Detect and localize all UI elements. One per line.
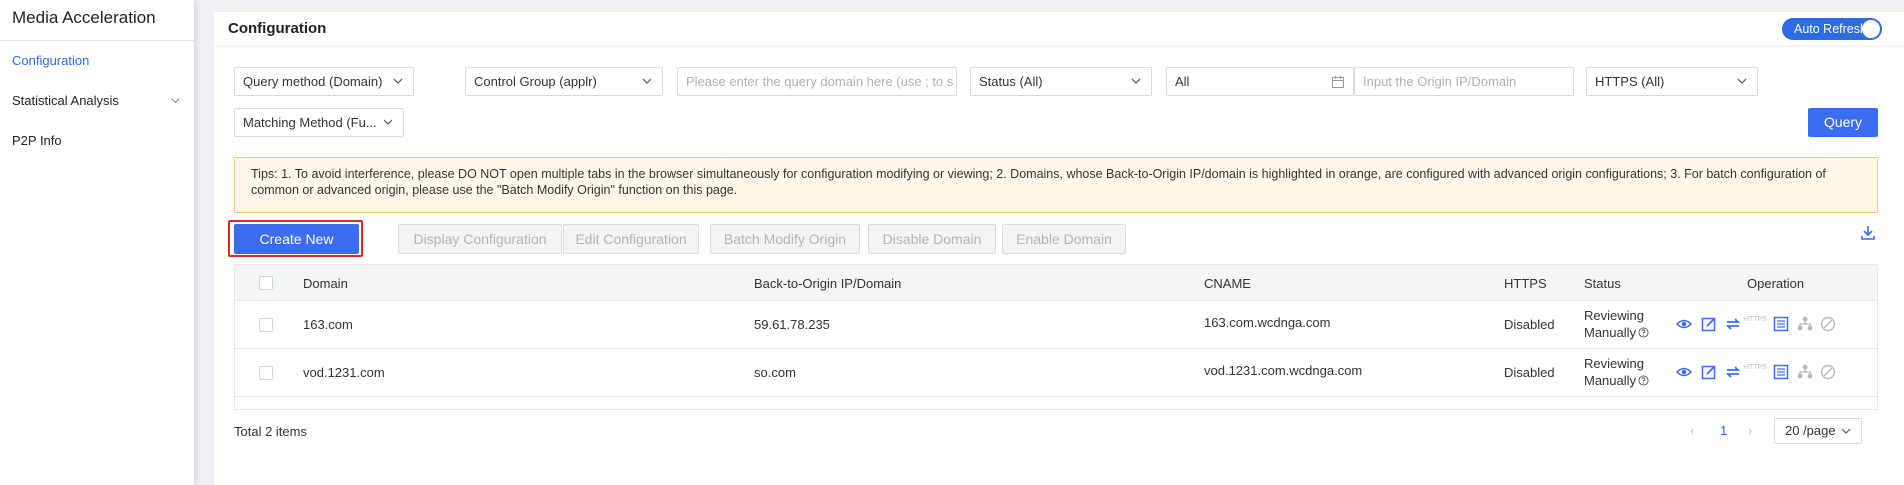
header-divider bbox=[214, 46, 1904, 47]
domain-table: Domain Back-to-Origin IP/Domain CNAME HT… bbox=[234, 264, 1878, 410]
main-panel: Configuration Auto Refresh Query method … bbox=[214, 12, 1904, 485]
sync-icon[interactable] bbox=[1724, 315, 1742, 333]
column-header-status: Status bbox=[1584, 276, 1621, 291]
domain-query-input[interactable]: Please enter the query domain here (use … bbox=[677, 67, 957, 96]
highlight-box bbox=[228, 220, 363, 257]
column-header-origin: Back-to-Origin IP/Domain bbox=[754, 276, 902, 291]
matching-method-select[interactable]: Matching Method (Fu... bbox=[234, 108, 404, 137]
table-row: vod.1231.com so.com vod.1231.com.wcdnga.… bbox=[235, 349, 1877, 397]
https-op-icon[interactable]: HTTPS bbox=[1744, 316, 1768, 334]
query-method-select[interactable]: Query method (Domain) bbox=[234, 67, 414, 96]
chevron-down-icon bbox=[1131, 78, 1141, 84]
table-row: 163.com 59.61.78.235 163.com.wcdnga.com … bbox=[235, 301, 1877, 349]
sidebar-item-statistical-analysis[interactable]: Statistical Analysis bbox=[0, 81, 194, 121]
next-page-icon[interactable]: › bbox=[1748, 418, 1752, 444]
https-op-icon[interactable]: HTTPS bbox=[1744, 364, 1768, 382]
column-header-https: HTTPS bbox=[1504, 276, 1547, 291]
origin-input[interactable]: Input the Origin IP/Domain bbox=[1354, 67, 1574, 96]
chevron-down-icon bbox=[393, 78, 403, 84]
https-value: HTTPS (All) bbox=[1595, 74, 1665, 89]
total-count: Total 2 items bbox=[234, 424, 307, 439]
row-checkbox[interactable] bbox=[259, 318, 273, 332]
select-all-checkbox[interactable] bbox=[259, 276, 273, 290]
https-cell: Disabled bbox=[1504, 365, 1555, 380]
date-range-picker[interactable]: All bbox=[1166, 67, 1354, 96]
toggle-knob bbox=[1862, 20, 1880, 38]
list-icon[interactable] bbox=[1772, 363, 1790, 381]
control-group-value: Control Group (applr) bbox=[474, 74, 597, 89]
status-line: Manually bbox=[1584, 325, 1637, 340]
status-line: Reviewing bbox=[1584, 308, 1644, 323]
view-icon[interactable] bbox=[1675, 363, 1693, 381]
sidebar: Media Acceleration Configuration Statist… bbox=[0, 0, 194, 485]
disable-icon[interactable] bbox=[1819, 363, 1837, 381]
tree-icon[interactable] bbox=[1796, 315, 1814, 333]
matching-method-value: Matching Method (Fu... bbox=[243, 115, 377, 130]
status-line: Manually bbox=[1584, 373, 1637, 388]
status-cell: Reviewing Manually bbox=[1584, 307, 1649, 341]
domain-cell: 163.com bbox=[303, 317, 353, 332]
chevron-down-icon bbox=[383, 119, 393, 125]
edit-icon[interactable] bbox=[1700, 315, 1718, 333]
status-line-with-help: Manually bbox=[1584, 324, 1649, 341]
page-size-select[interactable]: 20 /page bbox=[1774, 418, 1862, 444]
status-line-with-help: Manually bbox=[1584, 372, 1649, 389]
table-header: Domain Back-to-Origin IP/Domain CNAME HT… bbox=[235, 265, 1877, 301]
current-page[interactable]: 1 bbox=[1720, 418, 1727, 444]
cname-cell: 163.com.wcdnga.com bbox=[1204, 315, 1331, 330]
disable-icon[interactable] bbox=[1819, 315, 1837, 333]
app-title: Media Acceleration bbox=[0, 0, 194, 41]
column-header-cname: CNAME bbox=[1204, 276, 1251, 291]
batch-modify-origin-button[interactable]: Batch Modify Origin bbox=[710, 224, 860, 254]
cname-cell: vod.1231.com.wcdnga.com bbox=[1204, 363, 1363, 378]
download-icon[interactable] bbox=[1860, 225, 1876, 241]
status-line: Reviewing bbox=[1584, 356, 1644, 371]
display-configuration-button[interactable]: Display Configuration bbox=[398, 224, 562, 254]
status-cell: Reviewing Manually bbox=[1584, 355, 1649, 389]
edit-icon[interactable] bbox=[1700, 363, 1718, 381]
chevron-down-icon bbox=[642, 78, 652, 84]
calendar-icon bbox=[1332, 76, 1344, 88]
chevron-down-icon bbox=[1737, 78, 1747, 84]
origin-placeholder: Input the Origin IP/Domain bbox=[1363, 74, 1517, 89]
enable-domain-button[interactable]: Enable Domain bbox=[1002, 224, 1126, 254]
view-icon[interactable] bbox=[1675, 315, 1693, 333]
column-header-domain: Domain bbox=[303, 276, 348, 291]
origin-cell: so.com bbox=[754, 365, 796, 380]
sync-icon[interactable] bbox=[1724, 363, 1742, 381]
status-select[interactable]: Status (All) bbox=[970, 67, 1152, 96]
domain-query-placeholder: Please enter the query domain here (use … bbox=[686, 74, 954, 89]
https-cell: Disabled bbox=[1504, 317, 1555, 332]
help-icon[interactable] bbox=[1638, 327, 1649, 338]
tree-icon[interactable] bbox=[1796, 363, 1814, 381]
https-select[interactable]: HTTPS (All) bbox=[1586, 67, 1758, 96]
help-icon[interactable] bbox=[1638, 375, 1649, 386]
column-header-operation: Operation bbox=[1747, 276, 1805, 291]
edit-configuration-button[interactable]: Edit Configuration bbox=[563, 224, 699, 254]
sidebar-item-label: Statistical Analysis bbox=[12, 93, 119, 108]
query-button[interactable]: Query bbox=[1808, 108, 1878, 137]
control-group-select[interactable]: Control Group (applr) bbox=[465, 67, 663, 96]
domain-cell: vod.1231.com bbox=[303, 365, 385, 380]
chevron-down-icon bbox=[171, 98, 180, 104]
sidebar-item-configuration[interactable]: Configuration bbox=[0, 41, 194, 81]
auto-refresh-toggle[interactable]: Auto Refresh bbox=[1782, 18, 1882, 40]
list-icon[interactable] bbox=[1772, 315, 1790, 333]
chevron-down-icon bbox=[1841, 428, 1851, 434]
origin-cell: 59.61.78.235 bbox=[754, 317, 830, 332]
date-range-value: All bbox=[1175, 74, 1190, 89]
status-value: Status (All) bbox=[979, 74, 1043, 89]
page-size-value: 20 /page bbox=[1785, 423, 1836, 438]
page-title: Configuration bbox=[228, 20, 327, 37]
row-checkbox[interactable] bbox=[259, 366, 273, 380]
sidebar-item-label: P2P Info bbox=[12, 133, 62, 148]
tips-banner: Tips: 1. To avoid interference, please D… bbox=[234, 157, 1878, 213]
sidebar-item-p2p-info[interactable]: P2P Info bbox=[0, 121, 194, 161]
query-method-value: Query method (Domain) bbox=[243, 74, 383, 89]
auto-refresh-label: Auto Refresh bbox=[1794, 22, 1867, 36]
disable-domain-button[interactable]: Disable Domain bbox=[868, 224, 996, 254]
prev-page-icon[interactable]: ‹ bbox=[1690, 418, 1694, 444]
sidebar-item-label: Configuration bbox=[12, 53, 90, 68]
